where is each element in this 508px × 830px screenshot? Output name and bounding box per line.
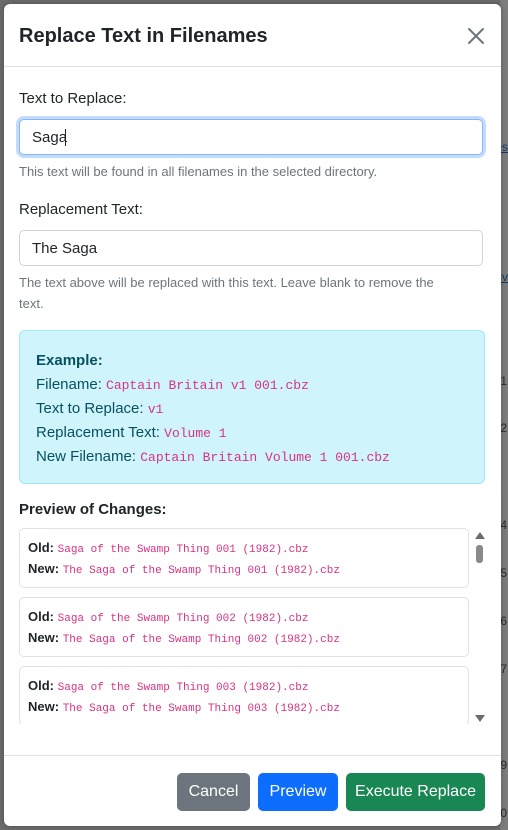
change-item: Old: Saga of the Swamp Thing 003 (1982).… xyxy=(19,666,469,724)
example-find-value: v1 xyxy=(147,402,164,417)
find-text-help: This text will be found in all filenames… xyxy=(19,164,378,179)
change-item: Old: Saga of the Swamp Thing 002 (1982).… xyxy=(19,597,469,657)
example-replace-value: Volume 1 xyxy=(164,426,227,441)
example-new-filename-value: Captain Britain Volume 1 001.cbz xyxy=(140,450,390,465)
background-row-number: 2 xyxy=(500,421,507,435)
replacement-text-label: Replacement Text: xyxy=(19,201,143,218)
background-row-number: 5 xyxy=(500,566,507,580)
example-filename-label: Filename: xyxy=(36,376,102,393)
replacement-text-input[interactable]: The Saga xyxy=(19,230,483,266)
modal-title: Replace Text in Filenames xyxy=(19,25,268,47)
example-filename-value: Captain Britain v1 001.cbz xyxy=(106,378,309,393)
text-cursor xyxy=(65,128,67,146)
new-label: New: xyxy=(28,699,60,714)
old-filename: Saga of the Swamp Thing 001 (1982).cbz xyxy=(57,544,309,556)
background-row-number: 7 xyxy=(500,662,507,676)
preview-label: Preview of Changes: xyxy=(19,501,167,518)
replacement-help-line: The text above will be replaced with thi… xyxy=(19,275,434,290)
find-text-value: Saga xyxy=(32,128,68,146)
preview-list[interactable]: Old: Saga of the Swamp Thing 001 (1982).… xyxy=(19,528,485,724)
example-find-label: Text to Replace: xyxy=(36,400,144,417)
new-filename-row: New: The Saga of the Swamp Thing 002 (19… xyxy=(28,627,460,648)
replace-text-modal: Replace Text in Filenames Text to Replac… xyxy=(4,4,501,826)
background-row-number: 4 xyxy=(500,518,507,532)
cancel-button[interactable]: Cancel xyxy=(177,773,250,811)
background-row-number: 6 xyxy=(500,614,507,628)
old-filename: Saga of the Swamp Thing 002 (1982).cbz xyxy=(57,613,309,625)
background-row-number: 1 xyxy=(500,374,507,388)
old-label: Old: xyxy=(28,678,54,693)
new-label: New: xyxy=(28,630,60,645)
old-filename: Saga of the Swamp Thing 003 (1982).cbz xyxy=(57,682,309,694)
preview-scrollbar[interactable] xyxy=(474,528,485,724)
old-label: Old: xyxy=(28,609,54,624)
scroll-down-icon[interactable] xyxy=(475,715,485,722)
find-text-label: Text to Replace: xyxy=(19,90,127,107)
new-filename: The Saga of the Swamp Thing 002 (1982).c… xyxy=(62,634,340,646)
example-filename-row: Filename: Captain Britain v1 001.cbz xyxy=(36,373,468,397)
execute-replace-button[interactable]: Execute Replace xyxy=(346,773,485,811)
old-filename-row: Old: Saga of the Swamp Thing 001 (1982).… xyxy=(28,537,460,558)
change-item: Old: Saga of the Swamp Thing 001 (1982).… xyxy=(19,528,469,588)
example-find-row: Text to Replace: v1 xyxy=(36,397,468,421)
replacement-text-value: The Saga xyxy=(32,239,98,257)
old-label: Old: xyxy=(28,540,54,555)
new-filename: The Saga of the Swamp Thing 003 (1982).c… xyxy=(62,703,340,715)
new-filename: The Saga of the Swamp Thing 001 (1982).c… xyxy=(62,565,340,577)
new-label: New: xyxy=(28,561,60,576)
scrollbar-thumb[interactable] xyxy=(476,545,483,563)
example-new-filename-label: New Filename: xyxy=(36,448,137,465)
replacement-text-help: The text above will be replaced with thi… xyxy=(19,272,483,314)
example-alert: Example: Filename: Captain Britain v1 00… xyxy=(19,330,485,484)
new-filename-row: New: The Saga of the Swamp Thing 003 (19… xyxy=(28,696,460,717)
example-new-filename-row: New Filename: Captain Britain Volume 1 0… xyxy=(36,445,468,469)
find-text-input[interactable]: Saga xyxy=(19,119,483,155)
replacement-help-line: text. xyxy=(19,296,44,311)
example-replace-row: Replacement Text: Volume 1 xyxy=(36,421,468,445)
example-replace-label: Replacement Text: xyxy=(36,424,160,441)
example-title: Example: xyxy=(36,352,103,369)
background-row-number: 9 xyxy=(500,758,507,772)
background-row-number: 0 xyxy=(500,806,507,820)
close-icon[interactable] xyxy=(464,24,488,48)
preview-button[interactable]: Preview xyxy=(258,773,338,811)
modal-header: Replace Text in Filenames xyxy=(4,4,501,67)
scroll-up-icon[interactable] xyxy=(475,532,485,539)
new-filename-row: New: The Saga of the Swamp Thing 001 (19… xyxy=(28,558,460,579)
old-filename-row: Old: Saga of the Swamp Thing 003 (1982).… xyxy=(28,675,460,696)
modal-footer: Cancel Preview Execute Replace xyxy=(4,755,501,826)
background-page-edge xyxy=(500,0,508,830)
old-filename-row: Old: Saga of the Swamp Thing 002 (1982).… xyxy=(28,606,460,627)
